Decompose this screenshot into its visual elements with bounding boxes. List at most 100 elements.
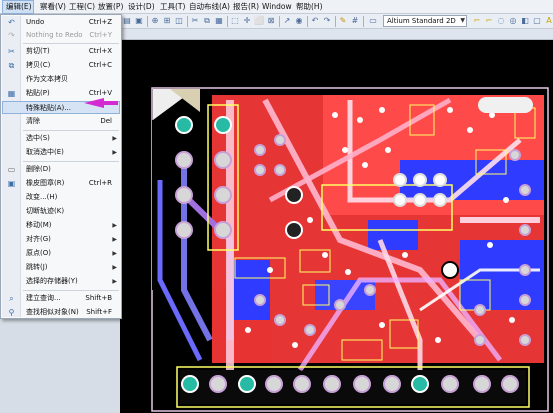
pad-oblong bbox=[478, 97, 533, 113]
menu-item-label: 橡皮图章(R) bbox=[26, 179, 65, 187]
menu-item-build-query[interactable]: ⌕ 建立查询... Shift+B bbox=[2, 292, 120, 305]
select-area-icon[interactable]: ⬚ bbox=[230, 16, 240, 26]
redo-icon: ↷ bbox=[8, 31, 15, 40]
undo-icon: ↶ bbox=[8, 18, 15, 27]
bottom-copper-area-5 bbox=[230, 260, 270, 320]
deselect-icon[interactable]: ⬜ bbox=[254, 16, 264, 26]
toolbar-separator bbox=[147, 16, 148, 27]
menu-tools[interactable]: 工具(T) bbox=[157, 0, 188, 14]
delete-icon: ▭ bbox=[7, 165, 16, 174]
edit-menu-dropdown: ↶ Undo Ctrl+Z ↷ Nothing to Redo Ctrl+Y ✂… bbox=[0, 14, 122, 319]
find-similar-icon: ⚲ bbox=[8, 308, 15, 317]
toolbar-separator bbox=[227, 16, 228, 27]
place-fill-icon[interactable]: ◧ bbox=[520, 16, 530, 26]
place-via-icon[interactable]: ◎ bbox=[508, 16, 518, 26]
clear-filter-icon[interactable]: ⊠ bbox=[266, 16, 276, 26]
menu-item-delete[interactable]: ▭ 删除(D) bbox=[2, 163, 120, 176]
cut-icon: ✂ bbox=[8, 47, 15, 56]
paste-tool-icon[interactable]: ▦ bbox=[214, 16, 224, 26]
bottom-copper-area-3 bbox=[368, 220, 418, 250]
menu-item-shortcut: Ctrl+R bbox=[88, 179, 112, 187]
submenu-arrow-icon: ▶ bbox=[112, 278, 117, 285]
menu-item-label: 特殊粘贴(A)... bbox=[26, 104, 71, 112]
highlight-icon[interactable]: ◉ bbox=[294, 16, 304, 26]
menu-window[interactable]: Window bbox=[259, 0, 295, 14]
pencil-icon[interactable]: ✎ bbox=[338, 16, 348, 26]
menu-item-undo[interactable]: ↶ Undo Ctrl+Z bbox=[2, 16, 120, 29]
menu-item-select[interactable]: 选中(S) ▶ bbox=[2, 132, 120, 145]
place-string-icon[interactable]: A bbox=[544, 16, 553, 26]
place-polygon-icon[interactable]: ▢ bbox=[532, 16, 542, 26]
menu-item-label: 拷贝(C) bbox=[26, 61, 51, 69]
menu-item-label: 选择的存储器(Y) bbox=[26, 277, 78, 285]
menu-item-find-similar[interactable]: ⚲ 查找相似对象(N) Shift+F bbox=[2, 306, 120, 319]
place-pad-icon[interactable]: ◌ bbox=[496, 16, 506, 26]
grid-icon[interactable]: # bbox=[350, 16, 360, 26]
menu-item-redo[interactable]: ↷ Nothing to Redo Ctrl+Y bbox=[2, 29, 120, 42]
menu-edit[interactable]: 编辑(E) bbox=[2, 0, 34, 14]
undo-toolbar-icon[interactable]: ↶ bbox=[310, 16, 320, 26]
interactive-route-icon[interactable]: ⌐ bbox=[472, 16, 482, 26]
zoom-selected-icon[interactable]: ◫ bbox=[174, 16, 184, 26]
menu-item-rubber-stamp[interactable]: ▣ 橡皮图章(R) Ctrl+R bbox=[2, 177, 120, 190]
menu-item-move[interactable]: 移动(M) ▶ bbox=[2, 219, 120, 232]
menu-item-deselect[interactable]: 取消选中(E) ▶ bbox=[2, 146, 120, 159]
submenu-arrow-icon: ▶ bbox=[112, 149, 117, 156]
toolbar-separator bbox=[307, 16, 308, 27]
menu-item-jump[interactable]: 跳转(J) ▶ bbox=[2, 261, 120, 274]
chevron-down-icon: ▼ bbox=[460, 17, 465, 24]
menu-autoroute[interactable]: 自动布线(A) bbox=[186, 0, 233, 14]
toolbar-separator bbox=[187, 16, 188, 27]
menu-item-label: 移动(M) bbox=[26, 221, 52, 229]
redo-toolbar-icon[interactable]: ↷ bbox=[322, 16, 332, 26]
submenu-arrow-icon: ▶ bbox=[112, 236, 117, 243]
menu-item-label: Nothing to Redo bbox=[26, 31, 83, 39]
menu-item-break-track[interactable]: 切断轨迹(K) bbox=[2, 205, 120, 218]
menu-item-label: 查找相似对象(N) bbox=[26, 308, 79, 316]
document-tab-strip bbox=[120, 29, 553, 40]
menu-item-copy[interactable]: ⧉ 拷贝(C) Ctrl+C bbox=[2, 59, 120, 72]
pcb-canvas[interactable] bbox=[82, 40, 553, 413]
copy-tool-icon[interactable]: ⧉ bbox=[202, 16, 212, 26]
menu-separator bbox=[23, 43, 119, 44]
menu-item-selection-memory[interactable]: 选择的存储器(Y) ▶ bbox=[2, 275, 120, 288]
annotation-arrow-overlay bbox=[84, 98, 118, 108]
view-config-select[interactable]: Altium Standard 2D ▼ bbox=[383, 15, 467, 27]
menu-item-label: 清除 bbox=[26, 117, 40, 125]
menu-item-clear[interactable]: 清除 Del bbox=[2, 115, 120, 128]
cross-probe-icon[interactable]: ↗ bbox=[282, 16, 292, 26]
zoom-area-icon[interactable]: ⊞ bbox=[162, 16, 172, 26]
menu-separator bbox=[23, 290, 119, 291]
zoom-fit-icon[interactable]: ⊕ bbox=[150, 16, 160, 26]
save-icon[interactable]: ▣ bbox=[134, 16, 144, 26]
route-multiple-icon[interactable]: ⌐ bbox=[484, 16, 494, 26]
menu-item-label: 删除(D) bbox=[26, 165, 51, 173]
menu-item-shortcut: Del bbox=[100, 117, 112, 125]
menu-item-label: 作为文本拷贝 bbox=[26, 75, 68, 83]
menu-item-align[interactable]: 对齐(G) ▶ bbox=[2, 233, 120, 246]
menu-view[interactable]: 察看(V) bbox=[37, 0, 69, 14]
menu-project[interactable]: 工程(C) bbox=[66, 0, 98, 14]
menu-design[interactable]: 设计(D) bbox=[125, 0, 158, 14]
menu-item-cut[interactable]: ✂ 剪切(T) Ctrl+X bbox=[2, 45, 120, 58]
menu-item-label: 选中(S) bbox=[26, 134, 50, 142]
menu-item-change[interactable]: 改变...(H) bbox=[2, 191, 120, 204]
view-config-icon[interactable]: ▭ bbox=[368, 16, 378, 26]
menu-item-shortcut: Shift+B bbox=[85, 294, 112, 302]
query-icon: ⌕ bbox=[9, 294, 14, 303]
copy-icon: ⧉ bbox=[8, 61, 15, 70]
move-icon[interactable]: ✛ bbox=[242, 16, 252, 26]
menu-item-origin[interactable]: 原点(O) ▶ bbox=[2, 247, 120, 260]
menu-item-label: 改变...(H) bbox=[26, 193, 58, 201]
menu-reports[interactable]: 报告(R) bbox=[230, 0, 262, 14]
menu-item-copy-as-text[interactable]: 作为文本拷贝 bbox=[2, 73, 120, 86]
cut-tool-icon[interactable]: ✂ bbox=[190, 16, 200, 26]
toolbar: ▤ ▣ ⊕ ⊞ ◫ ✂ ⧉ ▦ ⬚ ✛ ⬜ ⊠ ↗ ◉ ↶ ↷ ✎ # ▭ Al… bbox=[120, 14, 553, 29]
menu-item-shortcut: Ctrl+X bbox=[88, 47, 112, 55]
menu-item-label: 粘贴(P) bbox=[26, 89, 50, 97]
menu-item-shortcut: Ctrl+Y bbox=[89, 31, 112, 39]
open-icon[interactable]: ▤ bbox=[122, 16, 132, 26]
menu-place[interactable]: 放置(P) bbox=[95, 0, 126, 14]
menu-help[interactable]: 帮助(H) bbox=[293, 0, 326, 14]
menu-item-label: Undo bbox=[26, 18, 45, 26]
